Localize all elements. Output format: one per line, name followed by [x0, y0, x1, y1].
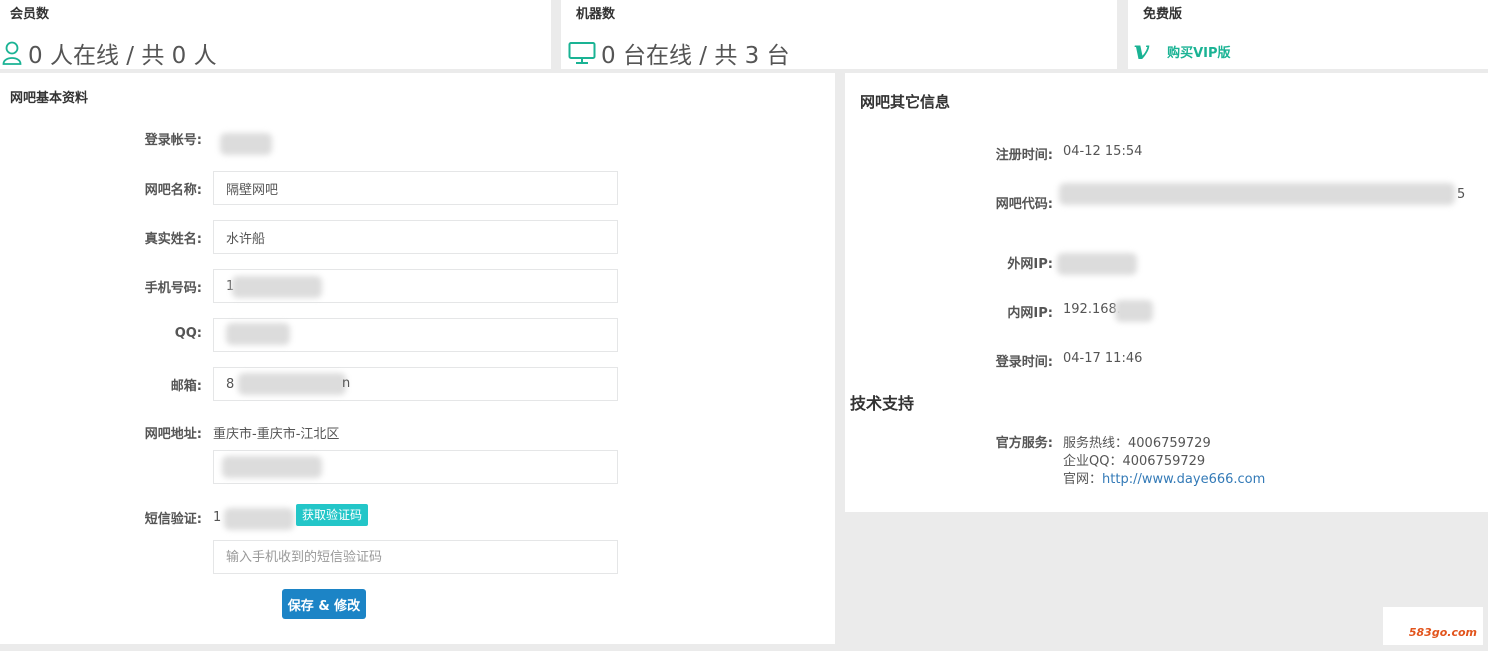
- support-qq: 企业QQ：4006759729: [1063, 454, 1206, 469]
- realname-input[interactable]: [213, 220, 618, 254]
- email-suffix: n: [342, 376, 351, 391]
- phone-value-redacted: [232, 276, 322, 298]
- basic-info-title: 网吧基本资料: [10, 91, 89, 106]
- address-detail-redacted: [222, 456, 322, 478]
- members-count: 0 人在线 / 共 0 人: [28, 43, 217, 69]
- sms-phone-redacted: [224, 508, 294, 530]
- logintime-label: 登录时间:: [995, 355, 1053, 370]
- address-region: 重庆市-重庆市-江北区: [213, 427, 340, 442]
- vimeo-logo-icon: v: [1134, 36, 1150, 66]
- members-card: 会员数 0 人在线 / 共 0 人: [0, 0, 551, 69]
- get-sms-code-button[interactable]: 获取验证码: [296, 504, 369, 526]
- email-label: 邮箱:: [170, 379, 202, 394]
- watermark: 583go.com: [1383, 607, 1483, 645]
- wan-ip-label: 外网IP:: [1007, 257, 1053, 272]
- netbar-name-input[interactable]: [213, 171, 618, 205]
- realname-label: 真实姓名:: [144, 232, 202, 247]
- support-label: 官方服务:: [995, 436, 1053, 451]
- user-icon: [0, 40, 24, 66]
- qq-value-redacted: [226, 323, 290, 345]
- wan-ip-redacted: [1057, 253, 1137, 275]
- machines-value: 0 台在线 / 共 3 台: [567, 36, 790, 70]
- save-button[interactable]: 保存 & 修改: [282, 589, 366, 619]
- regtime-label: 注册时间:: [995, 148, 1053, 163]
- account-value-redacted: [220, 133, 272, 155]
- email-value-redacted: [238, 373, 346, 395]
- other-info-title: 网吧其它信息: [860, 93, 951, 111]
- watermark-text: 583go.com: [1408, 626, 1477, 639]
- support-site: 官网：http://www.daye666.com: [1063, 468, 1265, 487]
- sms-label: 短信验证:: [144, 512, 202, 527]
- version-card: 免费版 v 购买VIP版: [1128, 0, 1488, 69]
- code-suffix: 5: [1457, 187, 1466, 202]
- official-site-link[interactable]: http://www.daye666.com: [1102, 472, 1265, 487]
- lan-ip-redacted: [1115, 300, 1153, 322]
- other-info-panel: 网吧其它信息 注册时间: 04-12 15:54 网吧代码: 5 外网IP: 内…: [845, 73, 1488, 512]
- vip-row: v 购买VIP版: [1134, 38, 1231, 64]
- machines-count: 0 台在线 / 共 3 台: [601, 43, 790, 69]
- code-label: 网吧代码:: [995, 197, 1053, 212]
- sms-code-input[interactable]: [213, 540, 618, 574]
- address-label: 网吧地址:: [144, 427, 202, 442]
- account-label: 登录帐号:: [144, 133, 202, 148]
- members-title: 会员数: [10, 7, 50, 22]
- machines-card: 机器数 0 台在线 / 共 3 台: [561, 0, 1117, 69]
- name-label: 网吧名称:: [144, 183, 202, 198]
- support-title: 技术支持: [850, 394, 915, 413]
- version-title: 免费版: [1143, 7, 1183, 22]
- support-site-prefix: 官网：: [1063, 472, 1103, 487]
- lan-ip-label: 内网IP:: [1007, 306, 1053, 321]
- support-hotline: 服务热线：4006759729: [1063, 436, 1211, 451]
- buy-vip-link[interactable]: 购买VIP版: [1167, 42, 1230, 61]
- qq-label: QQ:: [174, 326, 202, 341]
- sms-phone-prefix: 1: [213, 510, 222, 525]
- logintime-value: 04-17 11:46: [1063, 351, 1143, 366]
- regtime-value: 04-12 15:54: [1063, 144, 1143, 159]
- machines-title: 机器数: [576, 7, 616, 22]
- monitor-icon: [567, 40, 597, 66]
- phone-label: 手机号码:: [144, 281, 202, 296]
- members-value: 0 人在线 / 共 0 人: [0, 36, 217, 70]
- lan-ip-value: 192.168.: [1063, 302, 1121, 317]
- code-value-redacted: [1059, 183, 1455, 205]
